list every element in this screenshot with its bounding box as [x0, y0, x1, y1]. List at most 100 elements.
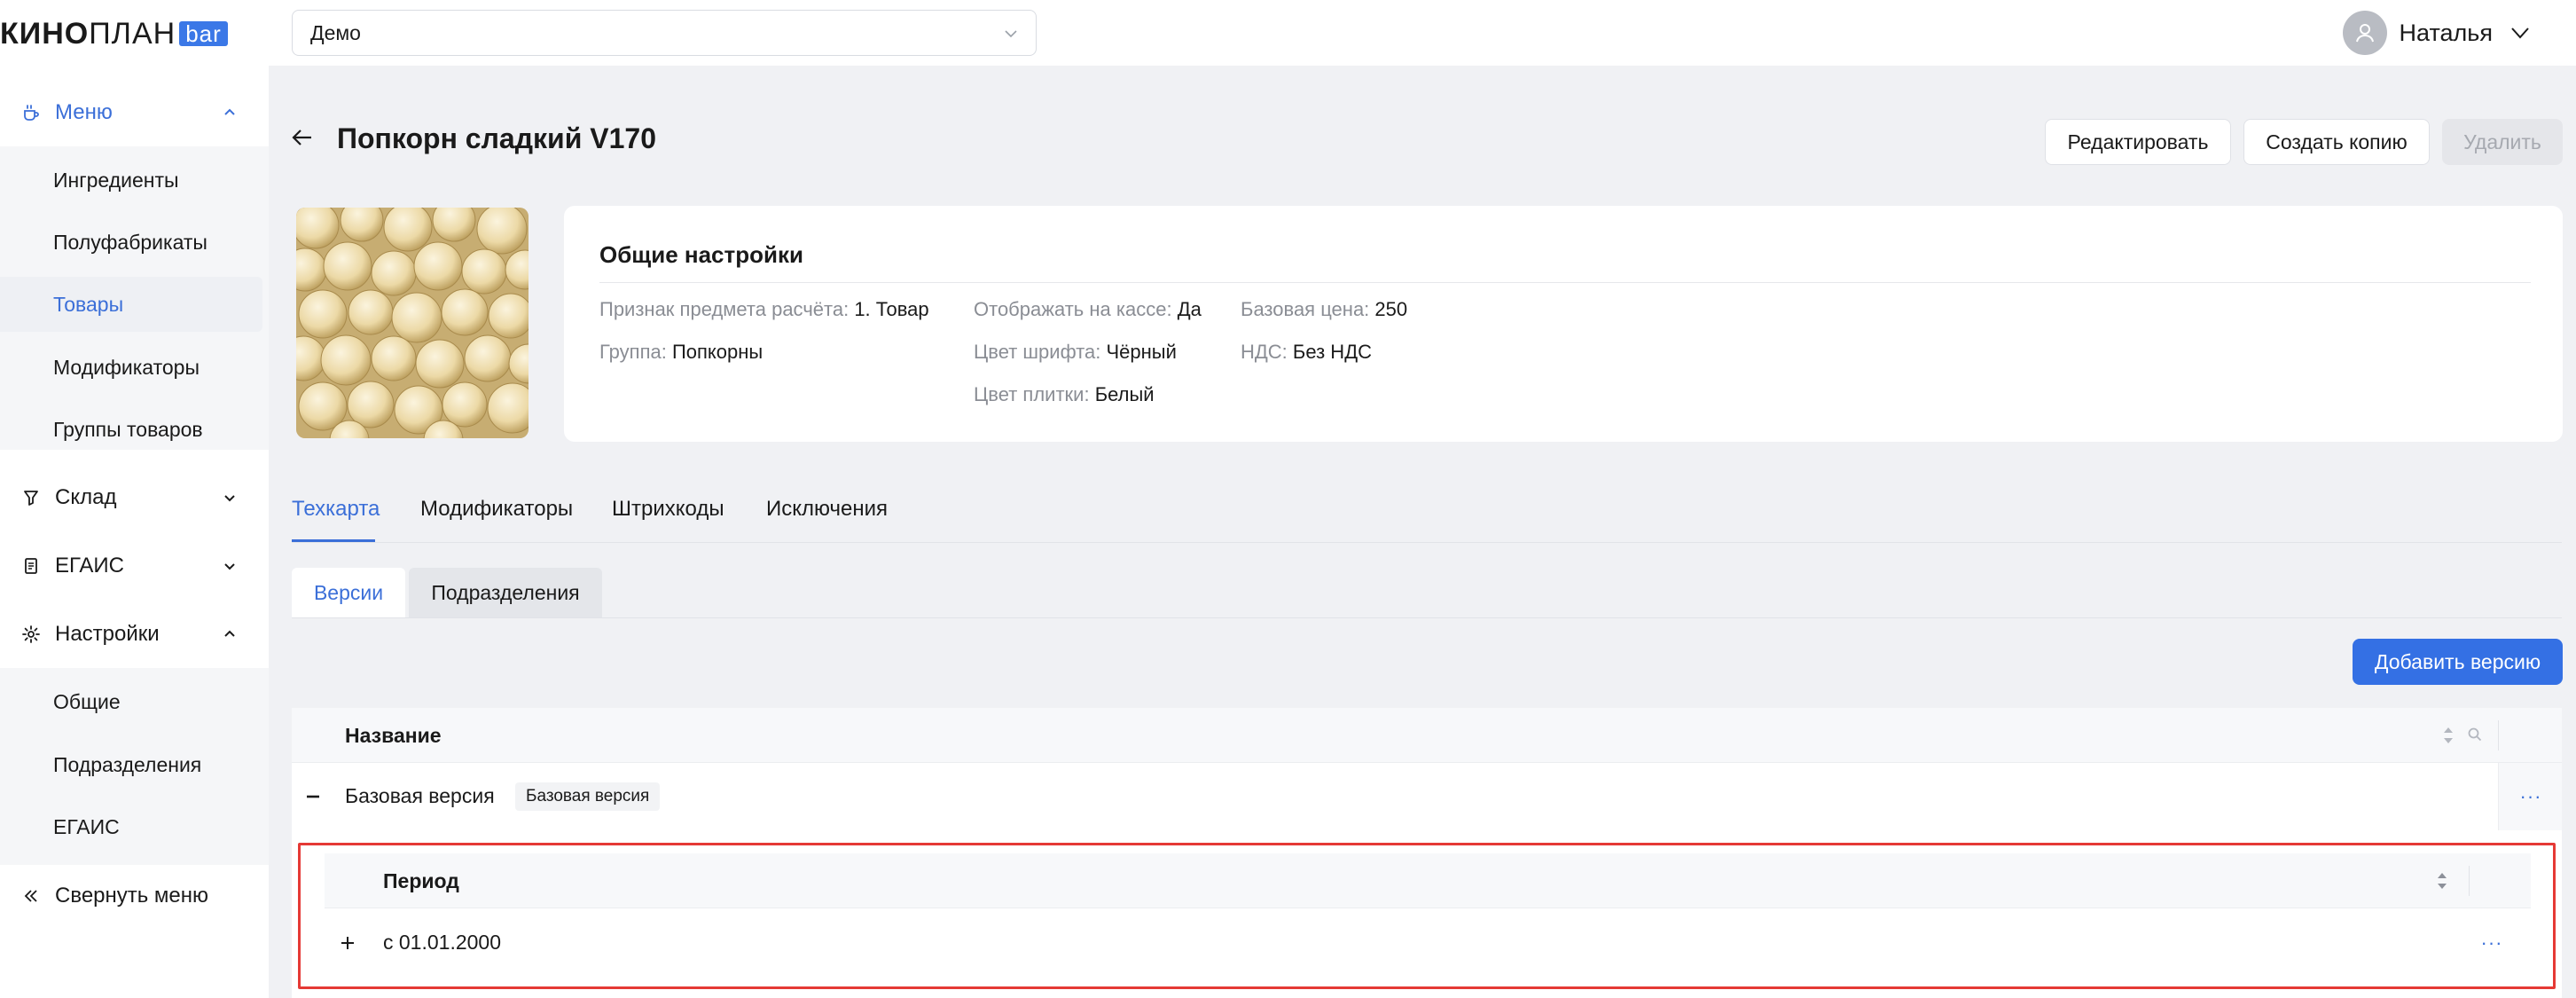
active-tab-indicator — [292, 539, 375, 542]
sidebar-group-egais[interactable]: ЕГАИС — [0, 537, 269, 595]
funnel-glass-icon — [20, 486, 43, 509]
popcorn-image — [296, 208, 529, 438]
field-label: Группа: — [599, 341, 667, 363]
field-label: Цвет плитки: — [974, 383, 1090, 405]
sidebar-group-menu-label: Меню — [55, 100, 113, 124]
product-image — [296, 208, 529, 438]
tab-modifiers[interactable]: Модификаторы — [420, 497, 573, 522]
field-payment-sign: Признак предмета расчёта: 1. Товар — [599, 298, 929, 321]
cinema-select[interactable]: Демо — [292, 10, 1037, 56]
period-value: с 01.01.2000 — [383, 931, 502, 954]
coffee-cup-icon — [20, 101, 43, 124]
general-settings-title: Общие настройки — [599, 241, 803, 268]
collapse-menu-button[interactable]: Свернуть меню — [0, 867, 269, 925]
chevron-up-icon — [224, 630, 235, 637]
field-value: 1. Товар — [854, 298, 929, 320]
collapse-row-icon[interactable] — [304, 788, 322, 805]
field-tile-color: Цвет плитки: Белый — [974, 383, 1155, 406]
sort-icon[interactable] — [2441, 724, 2455, 747]
field-base-price: Базовая цена: 250 — [1241, 298, 1407, 321]
logo-plan: ПЛАН — [89, 16, 176, 51]
field-value: Да — [1177, 298, 1202, 320]
delete-button[interactable]: Удалить — [2442, 119, 2563, 165]
user-icon — [2355, 24, 2374, 43]
back-arrow-icon[interactable] — [289, 124, 316, 151]
sidebar-group-menu[interactable]: Меню — [0, 83, 269, 142]
sort-icon[interactable] — [2435, 869, 2449, 892]
chevron-down-icon — [224, 495, 235, 502]
sidebar-item-product-groups[interactable]: Группы товаров — [0, 402, 262, 457]
sidebar-group-settings[interactable]: Настройки — [0, 605, 269, 664]
chevron-down-icon — [2511, 28, 2529, 39]
page-title: Попкорн сладкий V170 — [337, 122, 656, 154]
sidebar-group-warehouse-label: Склад — [55, 485, 117, 509]
expand-row-icon[interactable] — [339, 934, 356, 952]
search-icon[interactable] — [2466, 726, 2484, 743]
more-options-icon[interactable]: ··· — [2513, 779, 2549, 814]
kinoplan-bar-logo[interactable]: КИНО ПЛАН bar — [0, 16, 228, 51]
column-divider — [2498, 720, 2499, 750]
table-row[interactable]: Базовая версия Базовая версия ··· — [292, 763, 2562, 830]
avatar — [2342, 11, 2387, 55]
subtab-versions[interactable]: Версии — [292, 568, 405, 617]
base-version-badge: Базовая версия — [515, 782, 661, 811]
row-actions-cell: ··· — [2498, 763, 2562, 830]
chevron-down-icon — [224, 563, 235, 570]
double-chevron-left-icon — [20, 884, 43, 908]
collapse-menu-label: Свернуть меню — [55, 884, 209, 908]
sidebar-item-ingredients[interactable]: Ингредиенты — [0, 153, 262, 208]
chevron-down-icon — [1005, 30, 1017, 38]
field-label: НДС: — [1241, 341, 1288, 363]
gear-icon — [20, 623, 43, 646]
field-value: Белый — [1094, 383, 1155, 405]
table-row[interactable]: с 01.01.2000 ··· — [325, 909, 2531, 977]
user-name: Наталья — [2399, 19, 2493, 46]
field-value: Попкорны — [671, 341, 763, 363]
sidebar-item-products[interactable]: Товары — [0, 277, 262, 332]
subtab-divisions[interactable]: Подразделения — [409, 568, 602, 617]
field-label: Отображать на кассе: — [974, 298, 1172, 320]
card-divider — [599, 282, 2531, 283]
column-header-period: Период — [383, 869, 459, 892]
periods-table-header: Период — [325, 853, 2531, 908]
sidebar-group-warehouse[interactable]: Склад — [0, 468, 269, 527]
tab-barcodes[interactable]: Штрихкоды — [612, 497, 724, 522]
general-settings-card: Общие настройки Признак предмета расчёта… — [564, 206, 2563, 442]
field-value: Без НДС — [1292, 341, 1372, 363]
column-divider — [2469, 866, 2470, 896]
sidebar-group-settings-label: Настройки — [55, 622, 160, 646]
logo-bar-badge: bar — [179, 21, 228, 46]
field-label: Признак предмета расчёта: — [599, 298, 850, 320]
sidebar-group-egais-label: ЕГАИС — [55, 554, 124, 578]
cinema-select-value: Демо — [310, 20, 361, 44]
field-value: Чёрный — [1106, 341, 1177, 363]
more-options-icon[interactable]: ··· — [2474, 925, 2509, 961]
sidebar-item-semi-products[interactable]: Полуфабрикаты — [0, 215, 262, 270]
field-font-color: Цвет шрифта: Чёрный — [974, 341, 1177, 364]
field-show-at-pos: Отображать на кассе: Да — [974, 298, 1202, 321]
user-menu[interactable]: Наталья — [2342, 10, 2532, 56]
field-label: Базовая цена: — [1241, 298, 1370, 320]
top-bar: Демо Наталья — [269, 0, 2576, 66]
field-value: 250 — [1374, 298, 1408, 320]
document-icon — [20, 554, 43, 578]
tab-exceptions[interactable]: Исключения — [766, 497, 888, 522]
sidebar-item-divisions[interactable]: Подразделения — [0, 737, 262, 792]
field-label: Цвет шрифта: — [974, 341, 1101, 363]
version-name: Базовая версия — [345, 784, 495, 807]
sidebar-item-general[interactable]: Общие — [0, 674, 262, 729]
field-group: Группа: Попкорны — [599, 341, 763, 364]
sidebar: КИНО ПЛАН bar Меню Ингредиенты Полуфабрика… — [0, 0, 269, 998]
tab-tech-card[interactable]: Техкарта — [292, 497, 380, 522]
add-version-button[interactable]: Добавить версию — [2353, 639, 2563, 685]
tabs-divider — [292, 542, 2562, 543]
chevron-up-icon — [224, 108, 235, 115]
versions-table-header: Название — [292, 708, 2562, 763]
column-header-name: Название — [345, 724, 442, 747]
field-vat: НДС: Без НДС — [1241, 341, 1372, 364]
logo-kino: КИНО — [0, 16, 90, 51]
edit-button[interactable]: Редактировать — [2045, 119, 2231, 165]
sidebar-item-modifiers[interactable]: Модификаторы — [0, 340, 262, 395]
sidebar-item-egais-settings[interactable]: ЕГАИС — [0, 799, 262, 854]
create-copy-button[interactable]: Создать копию — [2243, 119, 2430, 165]
